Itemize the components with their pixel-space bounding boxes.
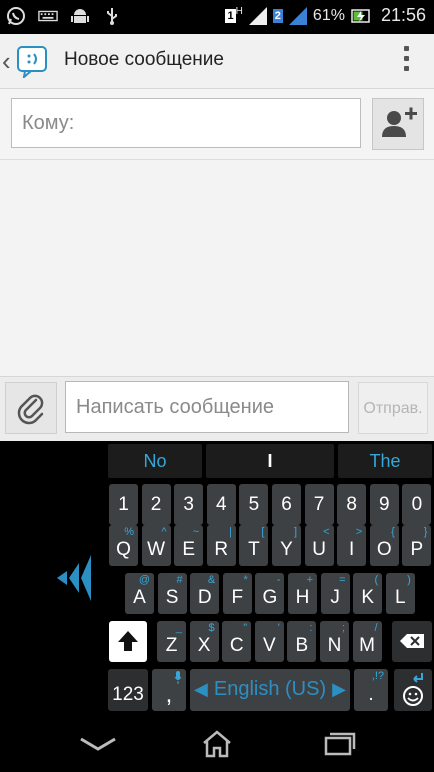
key-s[interactable]: # S — [157, 573, 187, 614]
keyboard: No I The 1 2 3 4 5 6 7 8 9 0% Q ^ W ~ E | R[T] Y < U > I{O} P @… — [0, 441, 434, 717]
home-nav-icon[interactable] — [195, 729, 239, 759]
battery-charging-icon — [351, 8, 370, 23]
key-shift[interactable] — [109, 621, 147, 662]
network-type: H — [235, 6, 243, 17]
key-r[interactable]: | R — [206, 525, 236, 566]
key-backspace[interactable] — [392, 621, 432, 662]
key-3[interactable]: 3 — [174, 484, 204, 525]
status-bar: 1 H 2 61% 21:56 — [0, 0, 434, 34]
key-comma[interactable]: , — [152, 669, 186, 711]
space-right-arrow-icon: ▶ — [332, 679, 346, 699]
usb-icon — [107, 8, 117, 25]
sim1-badge: 1 — [225, 8, 236, 23]
message-input[interactable]: Написать сообщение — [65, 381, 349, 433]
key-b[interactable]: :B — [287, 621, 317, 662]
key-l[interactable]: ) L — [385, 573, 415, 614]
signal-icon-sim2 — [288, 6, 307, 25]
overflow-menu-icon[interactable] — [404, 46, 410, 76]
key-o[interactable]: {O — [369, 525, 399, 566]
signal-icon — [248, 6, 267, 25]
key-n[interactable]: ; N — [320, 621, 349, 662]
key-1[interactable]: 1 — [109, 484, 138, 525]
key-g[interactable]: -G — [255, 573, 285, 614]
add-person-icon — [382, 107, 417, 137]
recipient-area: Кому: — [0, 89, 434, 160]
messaging-app-icon[interactable] — [16, 44, 50, 78]
keyboard-collapse-handle-icon[interactable] — [55, 551, 95, 605]
key-c[interactable]: " C — [222, 621, 252, 662]
key-period[interactable]: ,!? . — [354, 669, 388, 711]
key-q[interactable]: % Q — [109, 525, 138, 566]
key-m[interactable]: / M — [352, 621, 382, 662]
backspace-icon — [400, 634, 424, 648]
page-title: Новое сообщение — [64, 49, 224, 70]
key-5[interactable]: 5 — [239, 484, 269, 525]
keyboard-icon — [38, 10, 58, 22]
send-button[interactable]: Отправ. — [358, 382, 428, 434]
key-u[interactable]: < U — [304, 525, 334, 566]
key-x[interactable]: $ X — [189, 621, 219, 662]
key-t[interactable]: [T — [239, 525, 269, 566]
key-h[interactable]: + H — [288, 573, 317, 614]
back-nav-icon[interactable] — [76, 729, 120, 759]
key-i[interactable]: > I — [337, 525, 367, 566]
recent-apps-nav-icon[interactable] — [316, 729, 360, 759]
recipient-input[interactable]: Кому: — [11, 98, 361, 148]
key-k[interactable]: (K — [353, 573, 383, 614]
battery-percent: 61% — [312, 6, 345, 24]
key-6[interactable]: 6 — [272, 484, 301, 525]
shift-arrow-icon — [118, 631, 138, 651]
add-contact-button[interactable] — [372, 98, 424, 150]
message-thread-area — [0, 160, 434, 376]
navigation-bar — [0, 717, 434, 772]
key-4[interactable]: 4 — [206, 484, 236, 525]
key-7[interactable]: 7 — [304, 484, 334, 525]
key-2[interactable]: 2 — [141, 484, 171, 525]
key-d[interactable]: & D — [190, 573, 220, 614]
attach-button[interactable] — [5, 382, 57, 434]
whatsapp-icon — [7, 7, 25, 25]
action-bar: ‹ Новое сообщение — [0, 34, 434, 89]
key-w[interactable]: ^ W — [141, 525, 171, 566]
emoji-enter-icon — [403, 673, 423, 706]
key-8[interactable]: 8 — [337, 484, 367, 525]
key-numbers[interactable]: 123 — [108, 669, 148, 711]
compose-bar: Написать сообщение Отправ. — [0, 376, 434, 441]
key-e[interactable]: ~ E — [174, 525, 204, 566]
key-p[interactable]: } P — [402, 525, 432, 566]
key-j[interactable]: = J — [320, 573, 350, 614]
key-f[interactable]: * F — [222, 573, 252, 614]
key-v[interactable]: ' V — [254, 621, 284, 662]
back-chevron-icon[interactable]: ‹ — [2, 46, 11, 77]
sim2-badge: 2 — [272, 8, 283, 23]
suggestion-3[interactable]: The — [338, 444, 432, 478]
suggestion-1[interactable]: No — [108, 444, 202, 478]
key-9[interactable]: 9 — [369, 484, 399, 525]
key-0[interactable]: 0 — [402, 484, 432, 525]
key-a[interactable]: @ A — [125, 573, 154, 614]
clock: 21:56 — [380, 5, 426, 25]
key-enter-emoji[interactable] — [394, 669, 432, 711]
paperclip-icon — [17, 394, 44, 425]
key-z[interactable]: _ Z — [157, 621, 186, 662]
android-icon — [71, 9, 89, 23]
suggestion-2[interactable]: I — [206, 444, 334, 478]
key-space[interactable]: ◀ English (US) ▶ — [190, 669, 350, 711]
key-y[interactable]: ] Y — [272, 525, 301, 566]
